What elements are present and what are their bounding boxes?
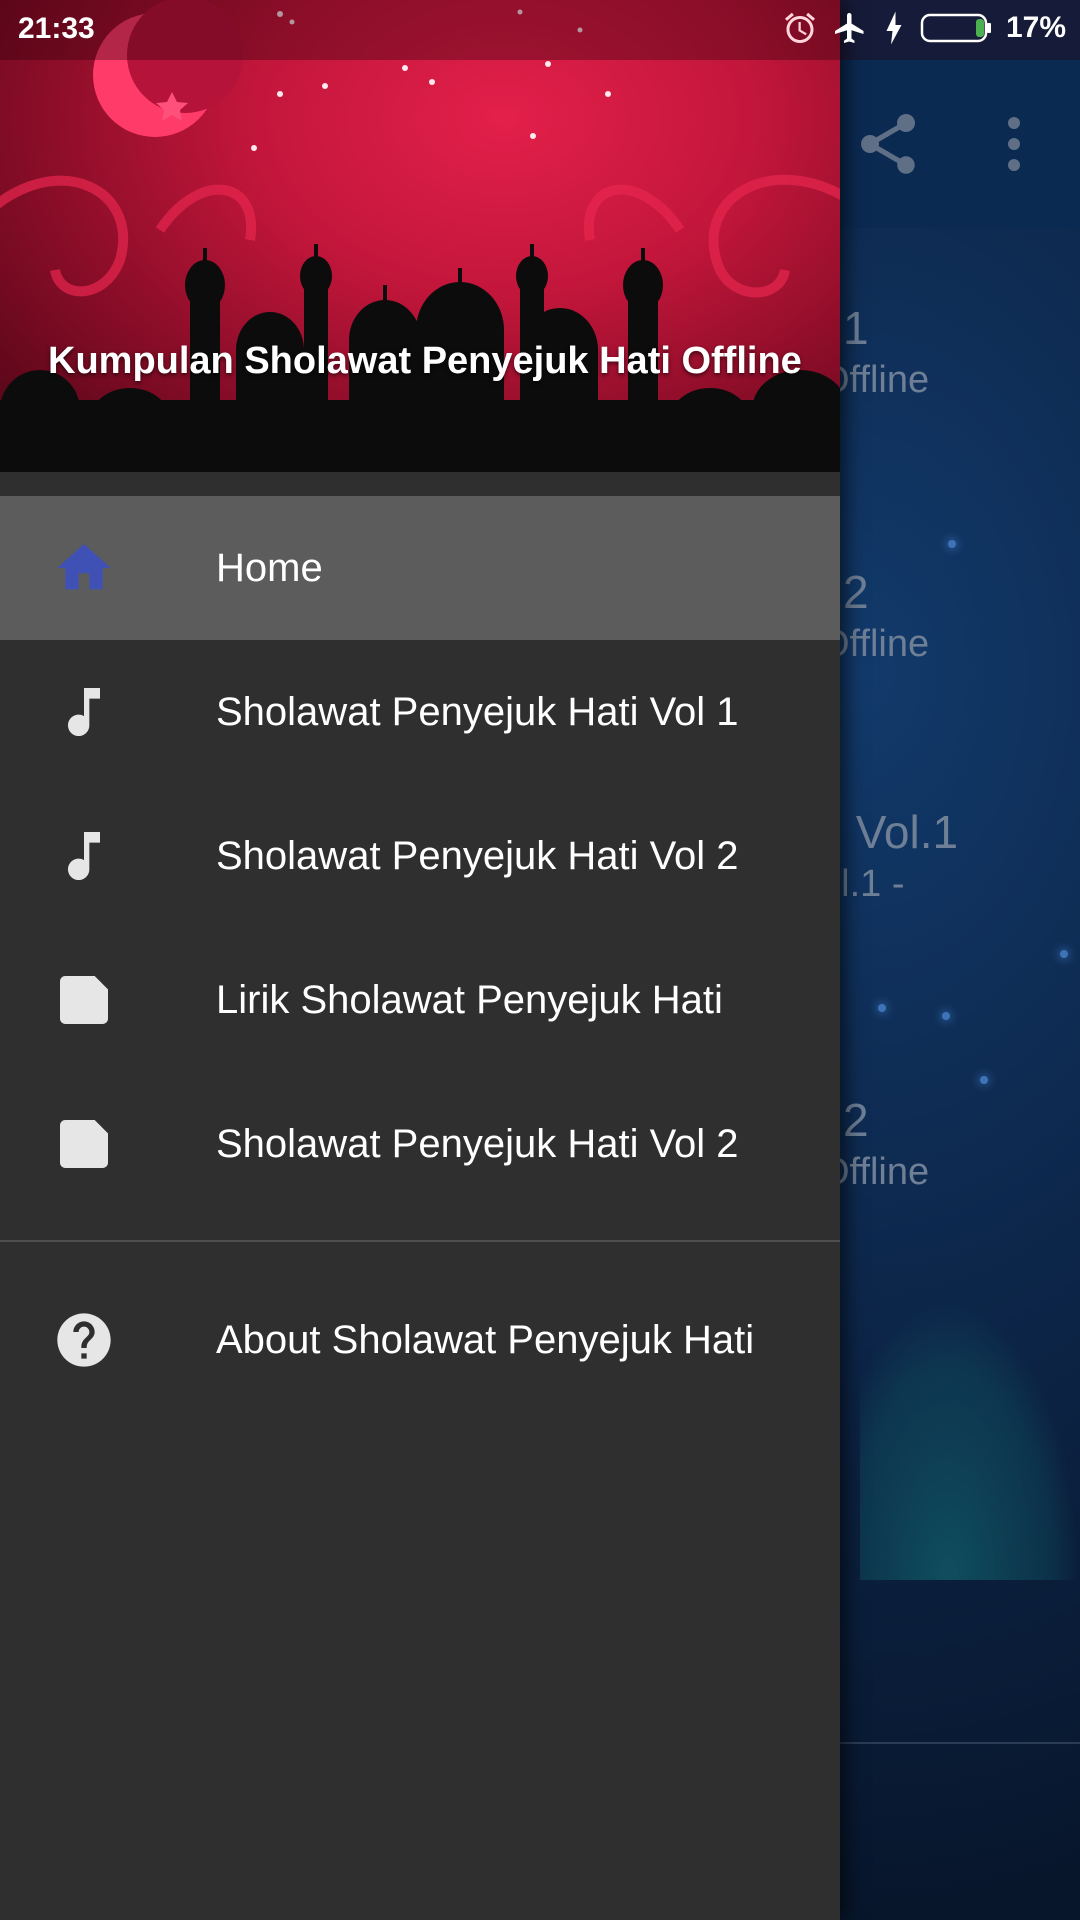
list-item-subtitle: ol.1 -: [820, 863, 905, 905]
menu-item-sholawat-vol-2[interactable]: Sholawat Penyejuk Hati Vol 2: [0, 784, 840, 928]
background-star: [1060, 950, 1068, 958]
help-icon: [52, 1308, 116, 1372]
menu-item-home[interactable]: Home: [0, 496, 840, 640]
status-bar: 21:33 17%: [0, 0, 1080, 60]
airplane-mode-icon: [832, 10, 868, 46]
share-icon[interactable]: [852, 108, 924, 180]
music-note-icon: [52, 680, 116, 744]
status-icons: 17%: [782, 10, 1066, 46]
background-star: [948, 540, 956, 548]
drawer-header-gap: [0, 472, 840, 496]
menu-item-label: Lirik Sholawat Penyejuk Hati: [216, 977, 723, 1022]
menu-item-about[interactable]: About Sholawat Penyejuk Hati: [0, 1268, 840, 1412]
drawer-header: Kumpulan Sholawat Penyejuk Hati Offline: [0, 0, 840, 472]
list-item-title: ti Vol.1: [820, 806, 959, 858]
more-options-icon[interactable]: [978, 108, 1050, 180]
battery-percentage: 17%: [1005, 11, 1066, 44]
battery-icon: [920, 12, 992, 44]
alarm-icon: [782, 10, 818, 46]
background-divider: [840, 1742, 1080, 1744]
mosque-header-image: [0, 0, 840, 472]
document-icon: [52, 1112, 116, 1176]
menu-divider: [0, 1240, 840, 1242]
status-time: 21:33: [18, 12, 95, 45]
menu-item-lirik-vol-2[interactable]: Sholawat Penyejuk Hati Vol 2: [0, 1072, 840, 1216]
menu-item-label: Sholawat Penyejuk Hati Vol 1: [216, 689, 739, 734]
background-star: [980, 1076, 988, 1084]
drawer-header-title: Kumpulan Sholawat Penyejuk Hati Offline: [48, 340, 802, 382]
menu-item-label: Home: [216, 545, 323, 590]
menu-item-sholawat-vol-1[interactable]: Sholawat Penyejuk Hati Vol 1: [0, 640, 840, 784]
background-list-item[interactable]: ti Vol.1 ol.1 -: [820, 804, 958, 908]
music-note-icon: [52, 824, 116, 888]
background-mosque-image: [860, 1300, 1080, 1580]
navigation-drawer: Kumpulan Sholawat Penyejuk Hati Offline …: [0, 0, 840, 1920]
background-star: [942, 1012, 950, 1020]
home-icon: [52, 536, 116, 600]
background-star: [878, 1004, 886, 1012]
menu-item-lirik-sholawat[interactable]: Lirik Sholawat Penyejuk Hati: [0, 928, 840, 1072]
charging-icon: [882, 10, 906, 46]
menu-item-label: Sholawat Penyejuk Hati Vol 2: [216, 833, 739, 878]
document-icon: [52, 968, 116, 1032]
menu-item-label: About Sholawat Penyejuk Hati: [216, 1317, 755, 1362]
menu-item-label: Sholawat Penyejuk Hati Vol 2: [216, 1121, 739, 1166]
drawer-menu: Home Sholawat Penyejuk Hati Vol 1 Sholaw…: [0, 496, 840, 1216]
